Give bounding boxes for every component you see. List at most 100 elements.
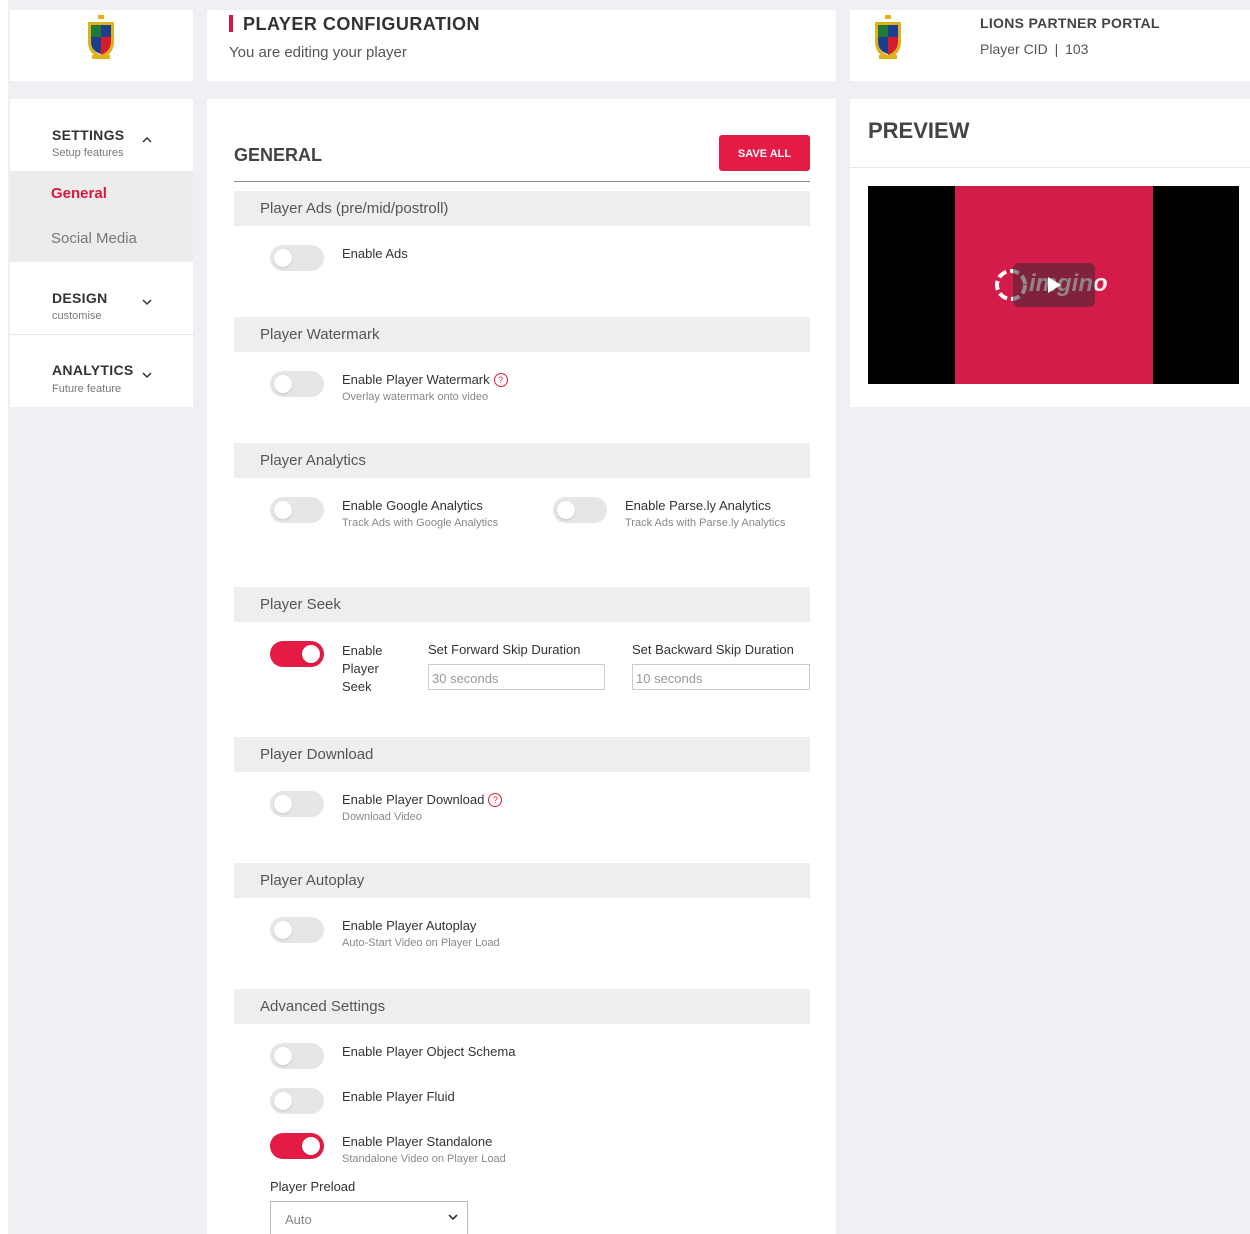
logo-card [10,10,193,81]
lions-crest-logo [875,15,901,59]
enable-standalone-label: Enable Player Standalone [342,1134,493,1149]
lions-crest-logo [88,15,114,59]
player-cid-value: 103 [1065,41,1089,57]
section-title: Player Ads (pre/mid/postroll) [260,200,449,217]
player-cid: Player CID | 103 [980,41,1088,57]
chevron-up-icon[interactable] [142,135,152,145]
sidebar-item-general[interactable]: General [10,171,193,216]
help-icon[interactable]: ? [488,793,503,807]
enable-seek-label-line: Enable [342,643,383,658]
sidebar-item-label: General [51,185,107,202]
download-description: Download Video [342,811,422,823]
toggle-knob [274,921,292,939]
sidebar-settings-title: SETTINGS [52,127,125,143]
section-title: Player Seek [260,596,341,613]
section-header-ads: Player Ads (pre/mid/postroll) [234,191,810,226]
enable-ads-toggle[interactable] [270,245,324,271]
player-cid-separator: | [1054,41,1059,57]
play-icon [1048,277,1061,293]
enable-watermark-text: Enable Player Watermark [342,372,490,387]
enable-autoplay-label: Enable Player Autoplay [342,918,477,933]
player-preload-select[interactable]: Auto [270,1201,468,1234]
toggle-knob [302,1137,320,1155]
page-title: PLAYER CONFIGURATION [243,14,481,34]
parsely-analytics-description: Track Ads with Parse.ly Analytics [625,517,786,529]
enable-parsely-analytics-toggle[interactable] [553,497,607,523]
enable-seek-toggle[interactable] [270,641,324,667]
enable-download-toggle[interactable] [270,791,324,817]
section-title: Player Analytics [260,452,366,469]
section-header-seek: Player Seek [234,587,810,622]
sidebar-analytics-title: ANALYTICS [52,362,134,378]
enable-download-text: Enable Player Download [342,792,485,807]
enable-object-schema-toggle[interactable] [270,1043,324,1069]
toggle-knob [274,1092,292,1110]
enable-google-analytics-label: Enable Google Analytics [342,498,483,513]
section-header-download: Player Download [234,737,810,772]
toggle-knob [274,501,292,519]
sidebar-settings-sub: Setup features [52,147,124,159]
backward-skip-input[interactable]: 10 seconds [632,664,810,690]
backward-skip-label: Set Backward Skip Duration [632,642,794,657]
sidebar: SETTINGS Setup features General Social M… [10,99,194,407]
chevron-down-icon[interactable] [142,297,152,307]
toggle-knob [274,795,292,813]
enable-ads-label: Enable Ads [342,246,408,261]
enable-autoplay-toggle[interactable] [270,917,324,943]
sidebar-design-title: DESIGN [52,290,108,306]
sidebar-section-analytics[interactable]: ANALYTICS Future feature [10,335,194,407]
section-header-watermark: Player Watermark [234,317,810,352]
section-title: Advanced Settings [260,998,386,1015]
toggle-knob [557,501,575,519]
portal-title: LIONS PARTNER PORTAL [980,15,1160,31]
enable-watermark-toggle[interactable] [270,371,324,397]
section-header-autoplay: Player Autoplay [234,863,810,898]
forward-skip-input[interactable]: 30 seconds [428,664,605,690]
standalone-description: Standalone Video on Player Load [342,1153,506,1165]
section-title: Player Watermark [260,326,380,343]
help-icon[interactable]: ? [493,373,508,387]
sidebar-design-sub: customise [52,310,102,322]
sidebar-item-social-media[interactable]: Social Media [10,216,193,262]
enable-fluid-toggle[interactable] [270,1088,324,1114]
toggle-knob [274,1047,292,1065]
enable-standalone-toggle[interactable] [270,1133,324,1159]
header-accent-bar [229,15,233,32]
player-preload-label: Player Preload [270,1179,356,1194]
enable-seek-label-line: Seek [342,679,372,694]
video-player[interactable]: imgino [868,186,1239,384]
toggle-knob [302,645,320,663]
sidebar-section-settings[interactable]: SETTINGS Setup features [10,99,194,172]
enable-seek-label: Enable Player Seek [342,642,382,696]
section-header-advanced: Advanced Settings [234,989,810,1024]
enable-parsely-analytics-label: Enable Parse.ly Analytics [625,498,771,513]
preview-title: PREVIEW [868,118,970,143]
play-button[interactable] [1013,263,1095,307]
heading-divider [234,181,810,182]
chevron-down-icon [448,1214,458,1221]
general-heading: GENERAL [234,145,323,165]
sidebar-section-design[interactable]: DESIGN customise [10,262,194,335]
autoplay-description: Auto-Start Video on Player Load [342,937,500,949]
sidebar-item-label: Social Media [51,230,137,247]
enable-object-schema-label: Enable Player Object Schema [342,1044,516,1059]
enable-google-analytics-toggle[interactable] [270,497,324,523]
section-title: Player Autoplay [260,872,365,889]
video-frame: imgino [955,186,1153,384]
watermark-description: Overlay watermark onto video [342,391,489,403]
enable-download-label: Enable Player Download? [342,792,503,807]
chevron-down-icon[interactable] [142,370,152,380]
toggle-knob [274,375,292,393]
preview-divider [850,167,1250,168]
enable-fluid-label: Enable Player Fluid [342,1089,455,1104]
toggle-knob [274,249,292,267]
sidebar-analytics-sub: Future feature [52,383,122,395]
section-header-analytics: Player Analytics [234,443,810,478]
enable-seek-label-line: Player [342,661,379,676]
page-subtitle: You are editing your player [229,44,407,61]
save-all-button[interactable]: SAVE ALL [719,135,810,171]
forward-skip-label: Set Forward Skip Duration [428,642,581,657]
google-analytics-description: Track Ads with Google Analytics [342,517,499,529]
enable-watermark-label: Enable Player Watermark? [342,372,508,387]
section-title: Player Download [260,746,374,763]
